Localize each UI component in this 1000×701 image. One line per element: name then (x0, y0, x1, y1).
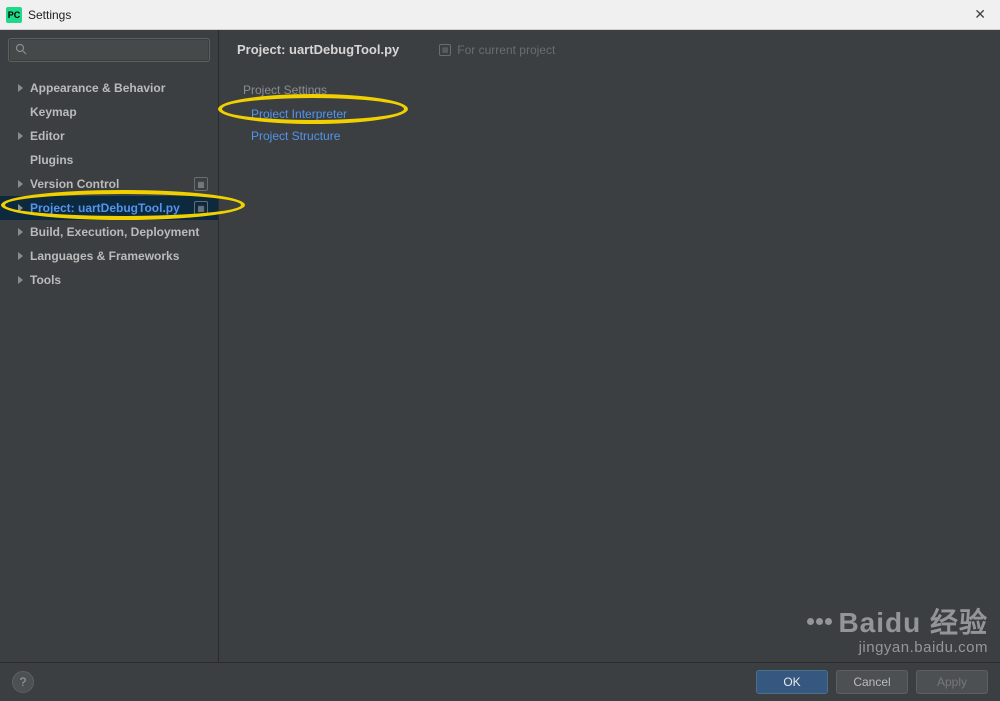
detail-scope-note: ▦ For current project (439, 43, 555, 57)
apply-button[interactable]: Apply (916, 670, 988, 694)
window-title: Settings (28, 8, 71, 22)
settings-sidebar: Appearance & Behavior Keymap Editor Plug… (0, 30, 219, 662)
sidebar-item-languages-frameworks[interactable]: Languages & Frameworks (0, 244, 218, 268)
sidebar-item-appearance-behavior[interactable]: Appearance & Behavior (0, 76, 218, 100)
sidebar-item-label: Editor (30, 129, 208, 143)
search-field[interactable] (8, 38, 210, 62)
project-badge-icon: ▦ (194, 201, 208, 215)
settings-detail-pane: Project: uartDebugTool.py ▦ For current … (219, 30, 1000, 662)
sidebar-item-label: Build, Execution, Deployment (30, 225, 208, 239)
search-input[interactable] (31, 43, 203, 57)
chevron-right-icon (18, 84, 23, 92)
chevron-right-icon (18, 228, 23, 236)
sidebar-item-label: Version Control (30, 177, 190, 191)
search-icon (15, 43, 27, 58)
ok-button[interactable]: OK (756, 670, 828, 694)
sidebar-item-version-control[interactable]: Version Control ▦ (0, 172, 218, 196)
project-settings-heading: Project Settings (243, 83, 982, 97)
sidebar-item-plugins[interactable]: Plugins (0, 148, 218, 172)
detail-title: Project: uartDebugTool.py (237, 42, 399, 57)
chevron-right-icon (18, 132, 23, 140)
watermark: Baidu 经验 jingyan.baidu.com (807, 601, 988, 656)
window-titlebar: PC Settings ✕ (0, 0, 1000, 30)
project-scope-icon: ▦ (439, 44, 451, 56)
sidebar-item-label: Tools (30, 273, 208, 287)
cancel-button[interactable]: Cancel (836, 670, 908, 694)
settings-body: Appearance & Behavior Keymap Editor Plug… (0, 30, 1000, 662)
detail-scope-text: For current project (457, 43, 555, 57)
sidebar-item-keymap[interactable]: Keymap (0, 100, 218, 124)
project-badge-icon: ▦ (194, 177, 208, 191)
link-project-structure[interactable]: Project Structure (251, 129, 982, 143)
help-button[interactable]: ? (12, 671, 34, 693)
chevron-right-icon (18, 204, 23, 212)
sidebar-item-label: Project: uartDebugTool.py (30, 201, 190, 215)
app-icon: PC (6, 7, 22, 23)
link-project-interpreter[interactable]: Project Interpreter (251, 107, 982, 121)
settings-tree: Appearance & Behavior Keymap Editor Plug… (0, 70, 218, 298)
watermark-line2: jingyan.baidu.com (807, 639, 988, 656)
paw-icon (807, 618, 832, 625)
sidebar-item-tools[interactable]: Tools (0, 268, 218, 292)
close-icon[interactable]: ✕ (968, 4, 992, 25)
sidebar-item-label: Appearance & Behavior (30, 81, 208, 95)
sidebar-item-label: Keymap (30, 105, 208, 119)
sidebar-item-label: Languages & Frameworks (30, 249, 208, 263)
sidebar-item-editor[interactable]: Editor (0, 124, 218, 148)
sidebar-item-build-execution-deployment[interactable]: Build, Execution, Deployment (0, 220, 218, 244)
chevron-right-icon (18, 276, 23, 284)
sidebar-item-label: Plugins (30, 153, 208, 167)
dialog-footer: ? OK Cancel Apply (0, 662, 1000, 701)
sidebar-item-project[interactable]: Project: uartDebugTool.py ▦ (0, 196, 218, 220)
chevron-right-icon (18, 252, 23, 260)
chevron-right-icon (18, 180, 23, 188)
watermark-line1: Baidu 经验 (838, 601, 988, 641)
